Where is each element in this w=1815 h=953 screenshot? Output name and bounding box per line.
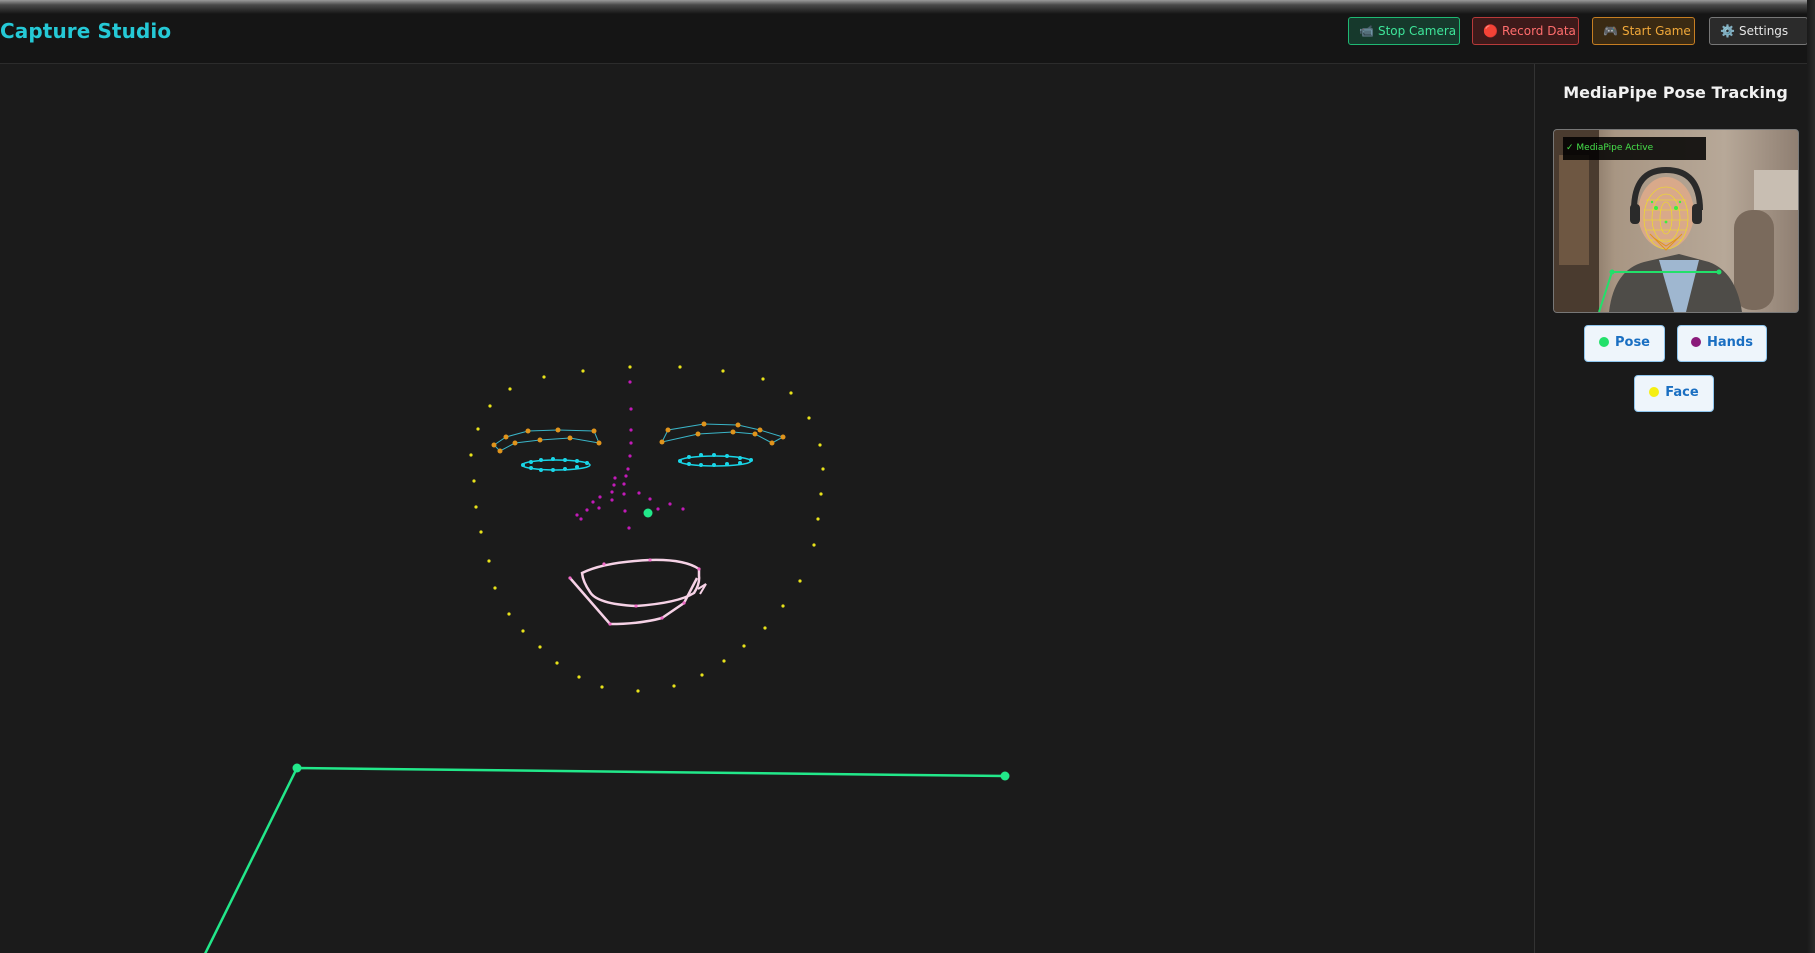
- mediapipe-status-badge: ✓ MediaPipe Active: [1563, 137, 1706, 160]
- panel-title: MediaPipe Pose Tracking: [1563, 83, 1788, 102]
- page-scrollbar[interactable]: [1807, 0, 1815, 953]
- face-toggle-label: Face: [1665, 385, 1699, 400]
- record-data-label: Record Data: [1501, 24, 1576, 38]
- mouth: [568, 558, 707, 626]
- face-toggle-button[interactable]: Face: [1634, 375, 1714, 412]
- hands-toggle-label: Hands: [1707, 335, 1753, 350]
- landmark-overlay: [204, 365, 1010, 953]
- pose-toggle-button[interactable]: Pose: [1584, 325, 1665, 362]
- settings-button[interactable]: ⚙️ Settings: [1709, 17, 1808, 45]
- pose-left-shoulder-point: [292, 763, 302, 773]
- pose-shoulder-line: [204, 766, 1006, 953]
- pose-toggle-label: Pose: [1614, 335, 1650, 350]
- hands-toggle-button[interactable]: Hands: [1677, 325, 1767, 362]
- eyes: [521, 453, 753, 472]
- eyebrows: [491, 421, 786, 454]
- window-top-shadow: [0, 0, 1815, 14]
- face-oval-points: [469, 365, 825, 693]
- stop-camera-button[interactable]: 📹 Stop Camera: [1348, 17, 1460, 45]
- start-game-button[interactable]: 🎮 Start Game: [1592, 17, 1695, 45]
- gear-icon: ⚙️: [1720, 24, 1735, 38]
- pose-skeleton: [204, 508, 1010, 953]
- record-data-button[interactable]: 🔴 Record Data: [1472, 17, 1579, 45]
- camera-feed-preview: ✓ MediaPipe Active: [1553, 129, 1799, 313]
- nose-points: [575, 380, 685, 530]
- pose-right-shoulder-point: [1000, 771, 1010, 781]
- game-controller-icon: 🎮: [1603, 24, 1618, 38]
- pose-dot-icon: [1598, 337, 1609, 347]
- pose-nose-point: [643, 508, 653, 518]
- tracking-visualization-canvas: [0, 64, 1534, 953]
- record-dot-icon: 🔴: [1483, 24, 1498, 38]
- video-camera-icon: 📹: [1359, 24, 1374, 38]
- hands-dot-icon: [1691, 337, 1702, 347]
- start-game-label: Start Game: [1621, 24, 1691, 38]
- face-dot-icon: [1649, 387, 1660, 397]
- settings-label: Settings: [1738, 24, 1789, 38]
- tracking-side-panel: MediaPipe Pose Tracking ✓ MediaPipe Acti…: [1534, 64, 1815, 953]
- app-title: Capture Studio: [0, 19, 172, 43]
- stop-camera-label: Stop Camera: [1377, 24, 1457, 38]
